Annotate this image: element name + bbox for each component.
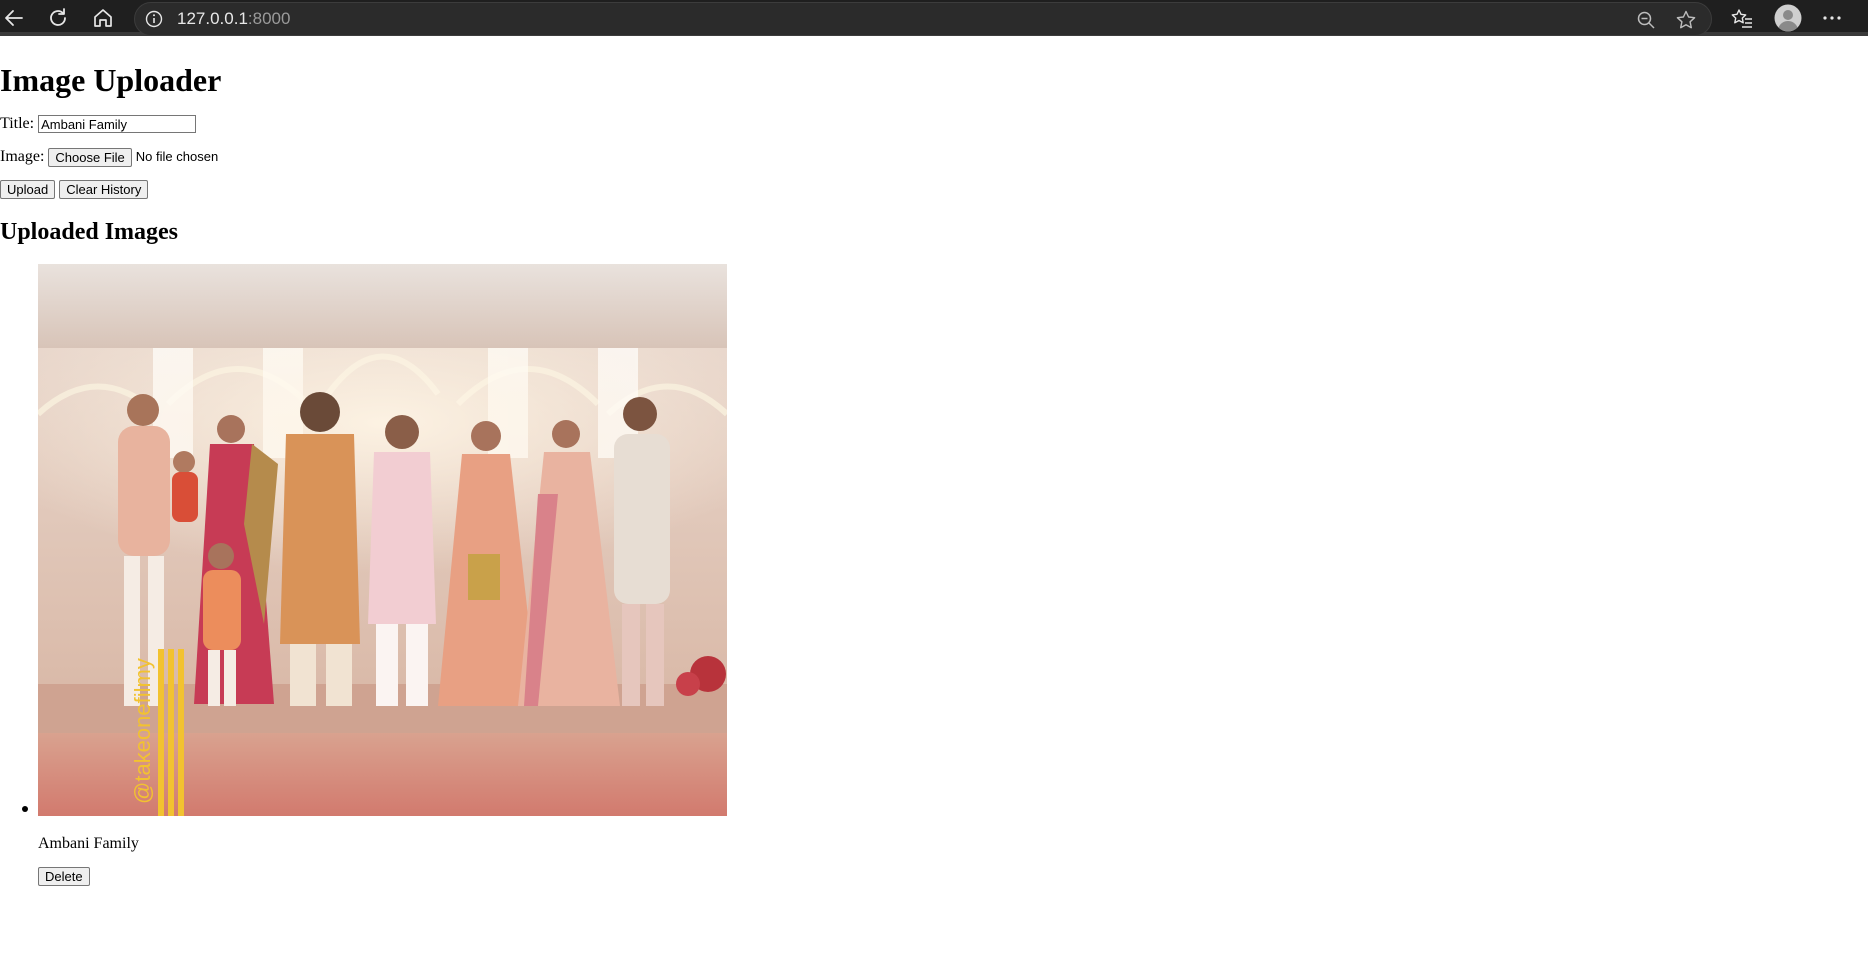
delete-button[interactable]: Delete [38, 867, 90, 886]
title-input[interactable] [38, 115, 197, 133]
photo-watermark: @takeonefilmy [130, 658, 155, 804]
home-icon[interactable] [89, 4, 117, 32]
title-row: Title: [0, 114, 197, 134]
choose-file-button[interactable]: Choose File [48, 147, 132, 167]
page-content: Image Uploader Title: Image: Choose File… [0, 40, 1868, 964]
profile-icon[interactable] [1774, 4, 1802, 32]
uploaded-images-heading: Uploaded Images [0, 219, 179, 245]
url-host: 127.0.0.1 [177, 9, 248, 28]
uploaded-photo: @takeonefilmy [38, 264, 727, 816]
favorites-icon[interactable] [1728, 4, 1756, 32]
back-arrow-icon[interactable] [0, 4, 28, 32]
reload-icon[interactable] [44, 4, 72, 32]
file-status: No file chosen [135, 149, 219, 164]
more-menu-icon[interactable] [1818, 4, 1846, 32]
bullet-marker [22, 806, 28, 812]
title-label: Title: [0, 115, 35, 132]
url-text[interactable]: 127.0.0.1:8000 [177, 9, 290, 29]
list-item: @takeonefilmy Ambani Family Delete [22, 264, 728, 886]
address-bar[interactable]: 127.0.0.1:8000 [134, 2, 1712, 36]
clear-history-button[interactable]: Clear History [59, 180, 149, 199]
image-caption: Ambani Family [38, 835, 139, 852]
upload-button[interactable]: Upload [0, 180, 56, 199]
image-row: Image: Choose File No file chosen [0, 147, 218, 167]
star-icon[interactable] [1675, 9, 1697, 31]
image-label: Image: [0, 148, 45, 165]
url-port: :8000 [247, 9, 291, 28]
form-buttons: Upload Clear History [0, 180, 149, 199]
browser-toolbar: 127.0.0.1:8000 [0, 0, 1868, 36]
zoom-out-icon[interactable] [1635, 9, 1657, 31]
info-icon[interactable] [145, 10, 163, 28]
page-title: Image Uploader [0, 62, 222, 98]
